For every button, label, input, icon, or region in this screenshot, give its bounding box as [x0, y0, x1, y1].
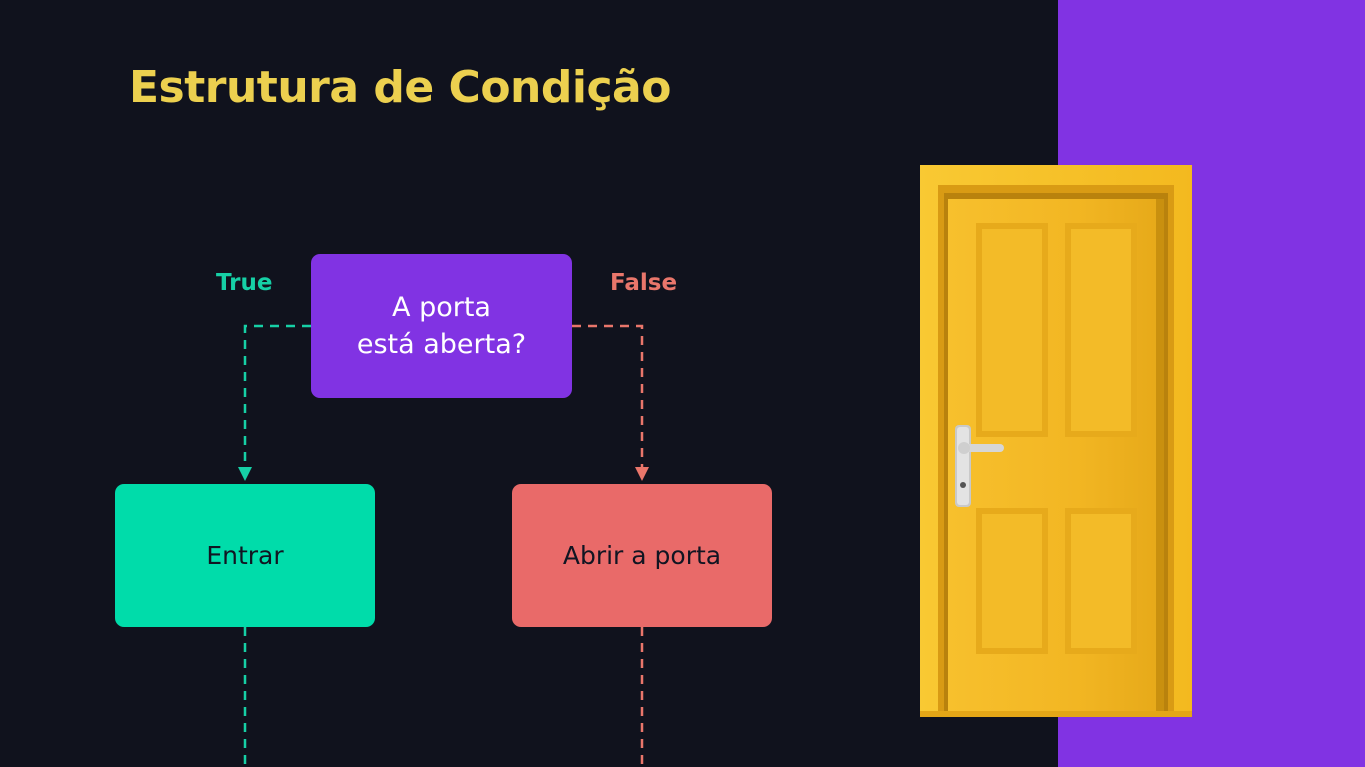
true-action-node: Entrar — [115, 484, 375, 627]
decision-text-line2: está aberta? — [356, 329, 527, 360]
true-connector — [243, 324, 311, 472]
true-action-text: Entrar — [206, 541, 284, 570]
false-action-node: Abrir a porta — [512, 484, 772, 627]
decision-text-line1: A porta — [392, 292, 491, 323]
true-label: True — [216, 270, 273, 296]
slide: Estrutura de Condição True False A porta… — [0, 0, 1365, 767]
false-arrowhead — [635, 467, 649, 481]
false-action-text: Abrir a porta — [562, 541, 722, 570]
true-arrowhead — [238, 467, 252, 481]
false-label: False — [610, 270, 678, 296]
door-icon — [918, 165, 1192, 717]
false-connector — [572, 324, 644, 472]
decision-node: A porta está aberta? — [311, 254, 572, 398]
